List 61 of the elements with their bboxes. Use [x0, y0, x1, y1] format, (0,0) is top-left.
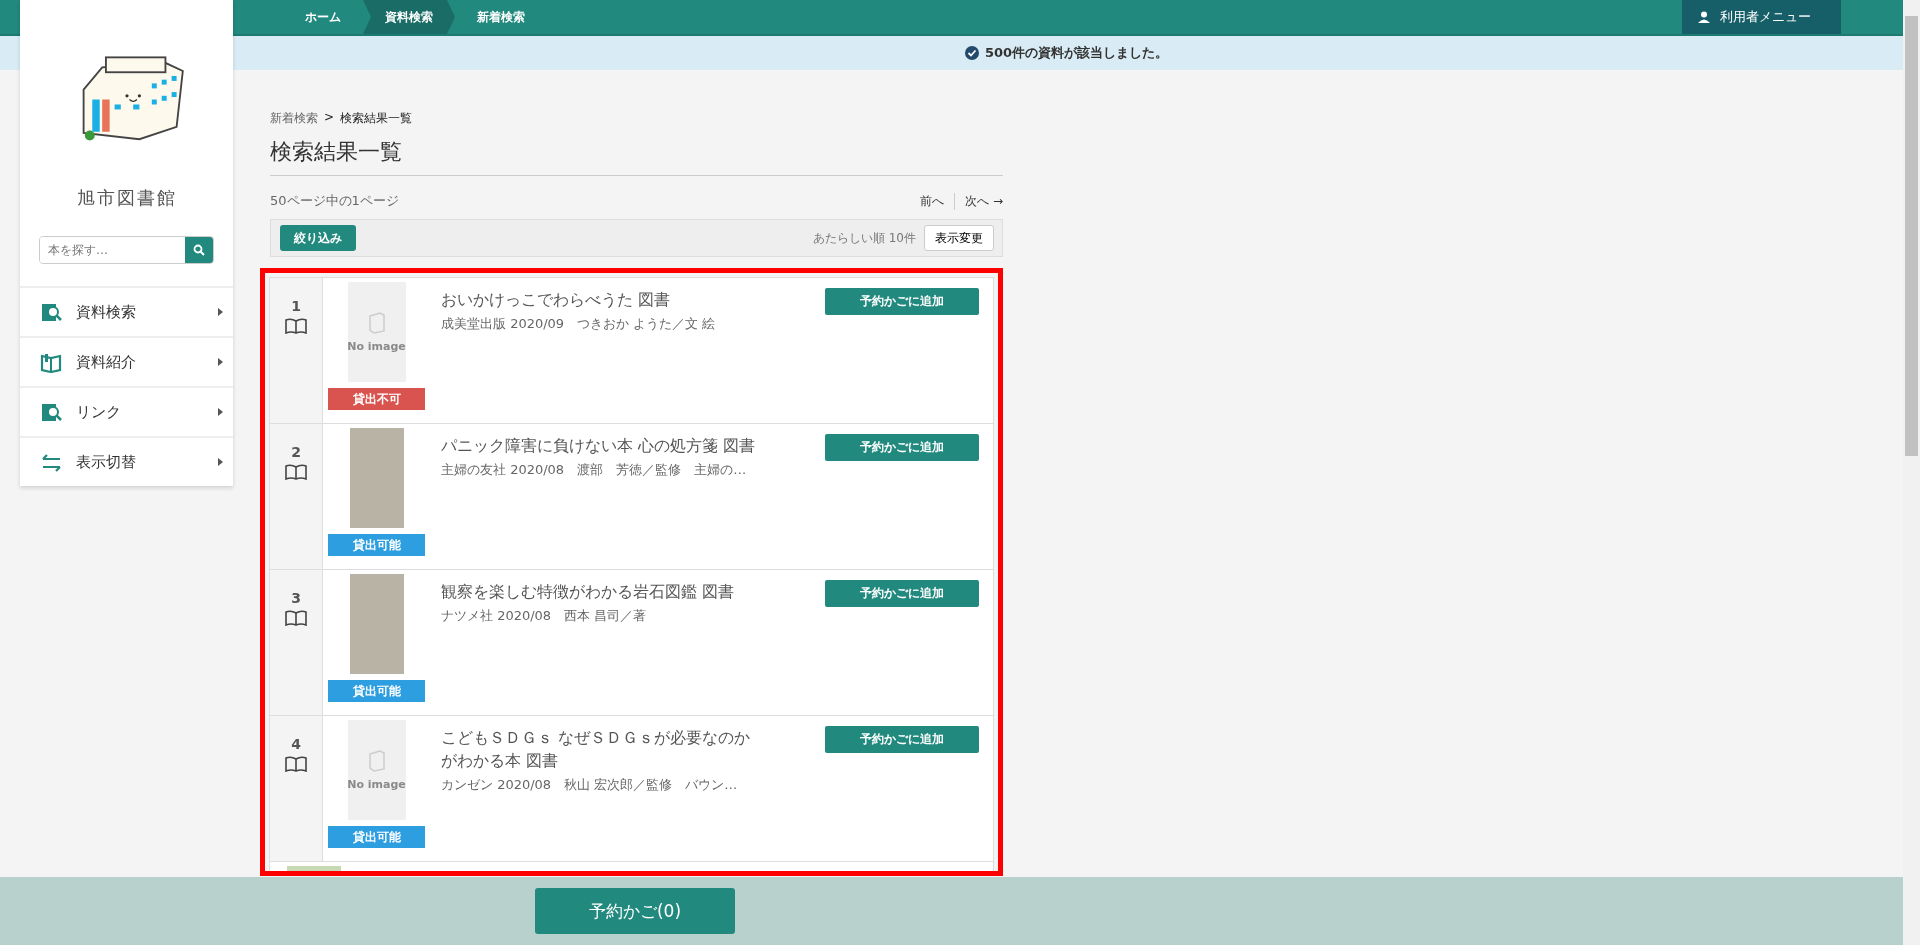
- caret-icon: [218, 408, 223, 416]
- add-to-cart-button[interactable]: 予約かごに追加: [825, 288, 979, 315]
- availability-badge: 貸出可能: [328, 826, 425, 848]
- book-title[interactable]: 観察を楽しむ特徴がわかる岩石図鑑 図書: [441, 580, 759, 604]
- add-to-cart-button[interactable]: 予約かごに追加: [825, 434, 979, 461]
- display-change-button[interactable]: 表示変更: [924, 225, 994, 251]
- book-icon: [285, 318, 307, 334]
- add-to-cart-button[interactable]: 予約かごに追加: [825, 580, 979, 607]
- search-button[interactable]: [185, 237, 213, 263]
- notice-message: 500件の資料が該当しました。: [964, 44, 1169, 62]
- search-icon: [193, 244, 205, 256]
- filter-button[interactable]: 絞り込み: [280, 225, 356, 251]
- next-link[interactable]: 次へ →: [954, 192, 1003, 210]
- result-number: 1: [291, 298, 301, 314]
- search-field[interactable]: 本を探す…: [39, 236, 214, 264]
- book-details: カンゼン 2020/08 秋山 宏次郎／監修 バウン…: [441, 776, 739, 795]
- availability-badge: 貸出可能: [328, 534, 425, 556]
- user-icon: [1698, 11, 1710, 23]
- library-name: 旭市図書館: [75, 186, 178, 210]
- nav-breadcrumb[interactable]: 資料検索: [363, 0, 455, 34]
- caret-icon: [218, 458, 223, 466]
- cart-button[interactable]: 予約かご(0): [535, 888, 735, 934]
- availability-badge: 貸出不可: [328, 388, 425, 410]
- book-title[interactable]: おいかけっこでわらべうた 図書: [441, 288, 759, 312]
- user-menu-button[interactable]: 利用者メニュー: [1682, 0, 1841, 34]
- caret-icon: [218, 308, 223, 316]
- search-icon: [40, 401, 62, 423]
- book-details: 主婦の友社 2020/08 渡部 芳徳／監修 主婦の…: [441, 461, 748, 480]
- arrows-icon: [40, 451, 62, 473]
- page-info: 50ページ中の1ページ: [270, 192, 399, 210]
- prev-link[interactable]: 前へ: [910, 192, 955, 210]
- sidebar-menu-item[interactable]: 資料紹介: [20, 336, 233, 386]
- book-icon: [285, 610, 307, 626]
- book-icon: [285, 464, 307, 480]
- book-icon: [367, 749, 386, 772]
- result-number: 2: [291, 444, 301, 460]
- check-icon: [964, 46, 979, 60]
- breadcrumb-separator: >: [324, 110, 335, 126]
- search-icon: [40, 301, 62, 323]
- add-to-cart-button[interactable]: 予約かごに追加: [825, 726, 979, 753]
- result-number: 4: [291, 736, 301, 752]
- book-icon: [285, 756, 307, 772]
- sort-info: あたらしい順 10件: [812, 229, 916, 247]
- no-image-label: No image: [347, 777, 406, 791]
- book-icon: [40, 351, 62, 373]
- scrollbar-thumb[interactable]: [1905, 16, 1918, 456]
- availability-badge: 貸出可能: [328, 680, 425, 702]
- book-details: 成美堂出版 2020/09 つきおか ようた／文 絵: [441, 315, 717, 334]
- no-image-label: No image: [347, 339, 406, 353]
- book-details: ナツメ社 2020/08 西本 昌司／著: [441, 607, 648, 626]
- book-icon: [367, 311, 386, 334]
- result-number: 3: [291, 590, 301, 606]
- breadcrumb-link[interactable]: 新着検索: [270, 110, 318, 127]
- page-title: 検索結果一覧: [270, 137, 1003, 176]
- sidebar-menu-item[interactable]: リンク: [20, 386, 233, 436]
- book-title[interactable]: こどもＳＤＧｓ なぜＳＤＧｓが必要なのかがわかる本 図書: [441, 726, 759, 773]
- sidebar-menu-item[interactable]: 表示切替: [20, 436, 233, 486]
- breadcrumb-current: 検索結果一覧: [340, 110, 413, 127]
- sidebar-menu-item[interactable]: 資料検索: [20, 286, 233, 336]
- caret-icon: [218, 358, 223, 366]
- book-title[interactable]: パニック障害に負けない本 心の処方箋 図書: [441, 434, 759, 458]
